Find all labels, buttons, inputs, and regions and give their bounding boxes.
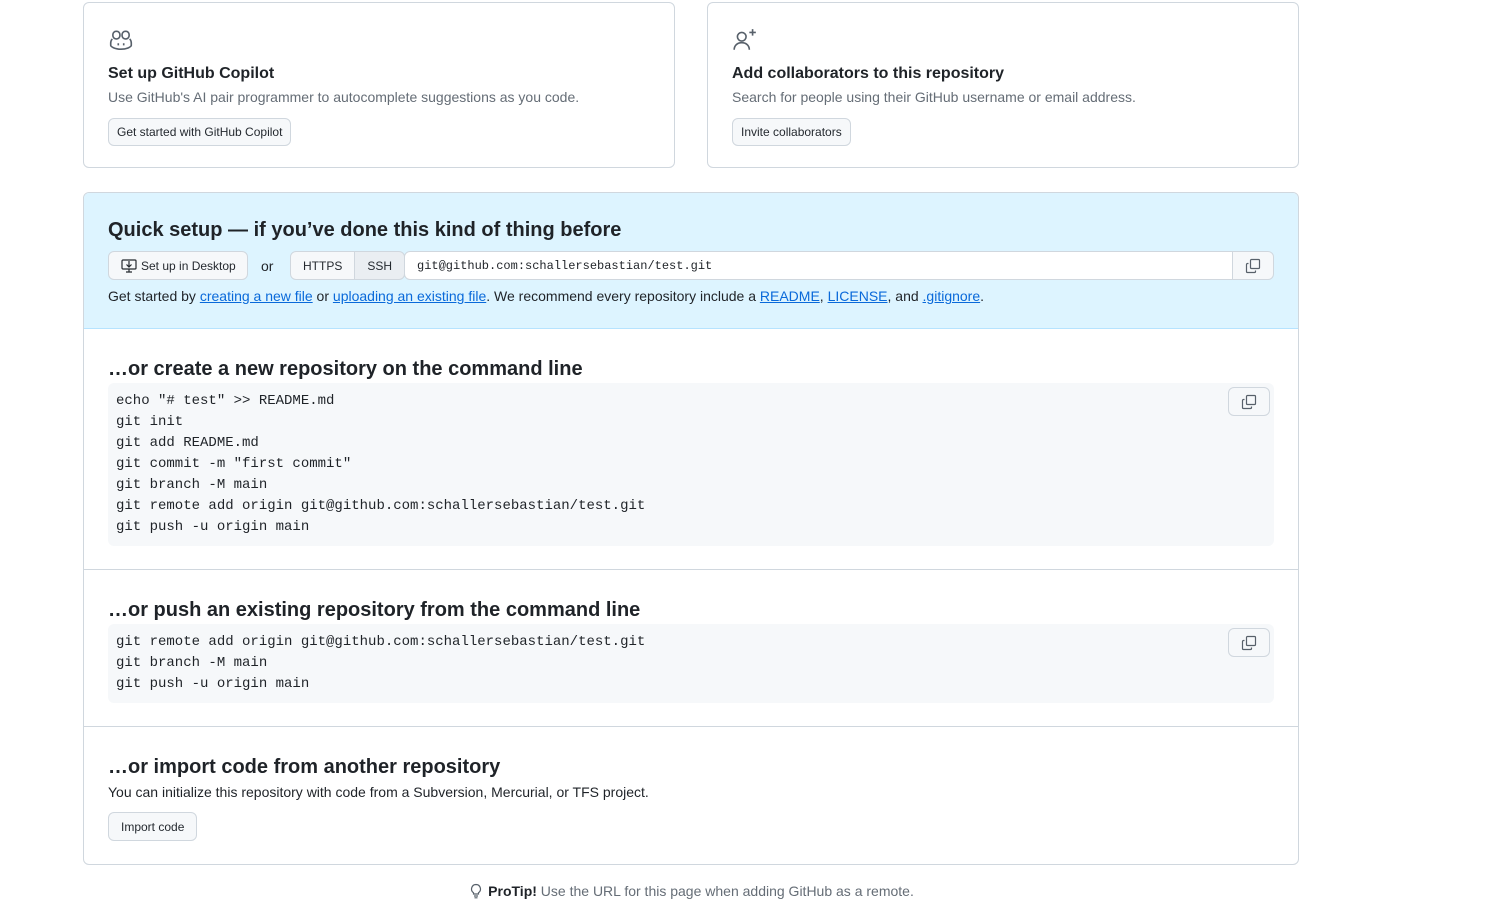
protocol-selector: HTTPS SSH bbox=[290, 251, 406, 280]
push-repo-title: …or push an existing repository from the… bbox=[108, 599, 641, 621]
quick-setup-panel: Quick setup — if you’ve done this kind o… bbox=[84, 193, 1298, 329]
push-repo-section: …or push an existing repository from the… bbox=[84, 570, 1298, 727]
lightbulb-icon bbox=[471, 883, 482, 899]
desktop-download-icon bbox=[121, 258, 137, 273]
push-repo-code: git remote add origin git@github.com:sch… bbox=[108, 624, 1274, 703]
copy-icon bbox=[1241, 394, 1257, 409]
https-button[interactable]: HTTPS bbox=[290, 251, 356, 280]
import-code-button[interactable]: Import code bbox=[108, 812, 198, 841]
clone-url-input[interactable] bbox=[404, 251, 1233, 280]
gitignore-link[interactable]: .gitignore bbox=[923, 288, 981, 304]
readme-link[interactable]: README bbox=[760, 288, 820, 304]
page: Set up GitHub Copilot Use GitHub's AI pa… bbox=[0, 0, 1497, 912]
copy-icon bbox=[1241, 635, 1257, 650]
copilot-card-description: Use GitHub's AI pair programmer to autoc… bbox=[108, 89, 580, 105]
invite-collaborators-button[interactable]: Invite collaborators bbox=[732, 118, 851, 146]
help-text: , bbox=[819, 288, 828, 304]
copilot-card-title: Set up GitHub Copilot bbox=[108, 65, 275, 82]
code-line: echo "# test" >> README.md bbox=[116, 393, 335, 409]
clone-url-group bbox=[404, 251, 1274, 280]
copy-push-commands-button[interactable] bbox=[1228, 628, 1270, 657]
code-line: git init bbox=[116, 414, 184, 430]
setup-desktop-label: Set up in Desktop bbox=[141, 258, 236, 273]
copy-icon bbox=[1245, 258, 1261, 273]
collaborators-card: Add collaborators to this repository Sea… bbox=[707, 2, 1299, 168]
code-line: git commit -m "first commit" bbox=[116, 456, 352, 472]
code-line: git push -u origin main bbox=[116, 519, 310, 535]
help-text: or bbox=[312, 288, 333, 304]
collaborators-card-description: Search for people using their GitHub use… bbox=[732, 89, 1136, 105]
copilot-icon bbox=[108, 27, 134, 53]
code-line: git remote add origin git@github.com:sch… bbox=[116, 498, 646, 514]
protip: ProTip! Use the URL for this page when a… bbox=[0, 883, 1382, 899]
code-line: git branch -M main bbox=[116, 655, 268, 671]
create-new-file-link[interactable]: creating a new file bbox=[200, 288, 313, 304]
upload-existing-file-link[interactable]: uploading an existing file bbox=[333, 288, 486, 304]
setup-desktop-button[interactable]: Set up in Desktop bbox=[108, 251, 248, 280]
or-text: or bbox=[261, 258, 274, 274]
code-line: git push -u origin main bbox=[116, 676, 310, 692]
copy-create-commands-button[interactable] bbox=[1228, 387, 1270, 416]
copy-url-button[interactable] bbox=[1233, 251, 1274, 280]
quick-setup-help: Get started by creating a new file or up… bbox=[108, 288, 984, 304]
quick-setup-title: Quick setup — if you’ve done this kind o… bbox=[108, 219, 622, 241]
protip-label: ProTip! bbox=[488, 883, 537, 899]
code-line: git branch -M main bbox=[116, 477, 268, 493]
setup-box: Quick setup — if you’ve done this kind o… bbox=[83, 192, 1299, 865]
code-line: git remote add origin git@github.com:sch… bbox=[116, 634, 646, 650]
help-text: . bbox=[980, 288, 985, 304]
protip-text: Use the URL for this page when adding Gi… bbox=[536, 883, 914, 899]
collaborators-card-title: Add collaborators to this repository bbox=[732, 65, 1005, 82]
create-repo-code: echo "# test" >> README.md git init git … bbox=[108, 383, 1274, 546]
copilot-card: Set up GitHub Copilot Use GitHub's AI pa… bbox=[83, 2, 675, 168]
license-link[interactable]: LICENSE bbox=[828, 288, 888, 304]
create-repo-section: …or create a new repository on the comma… bbox=[84, 329, 1298, 570]
help-text: , and bbox=[887, 288, 923, 304]
import-title: …or import code from another repository bbox=[108, 756, 501, 778]
import-section: …or import code from another repository … bbox=[84, 727, 1298, 864]
help-text: Get started by bbox=[108, 288, 200, 304]
get-started-copilot-button[interactable]: Get started with GitHub Copilot bbox=[108, 118, 292, 146]
ssh-button[interactable]: SSH bbox=[355, 251, 406, 280]
help-text: . We recommend every repository include … bbox=[486, 288, 760, 304]
create-repo-title: …or create a new repository on the comma… bbox=[108, 358, 583, 380]
import-description: You can initialize this repository with … bbox=[108, 784, 649, 800]
code-line: git add README.md bbox=[116, 435, 259, 451]
person-add-icon bbox=[732, 27, 758, 53]
